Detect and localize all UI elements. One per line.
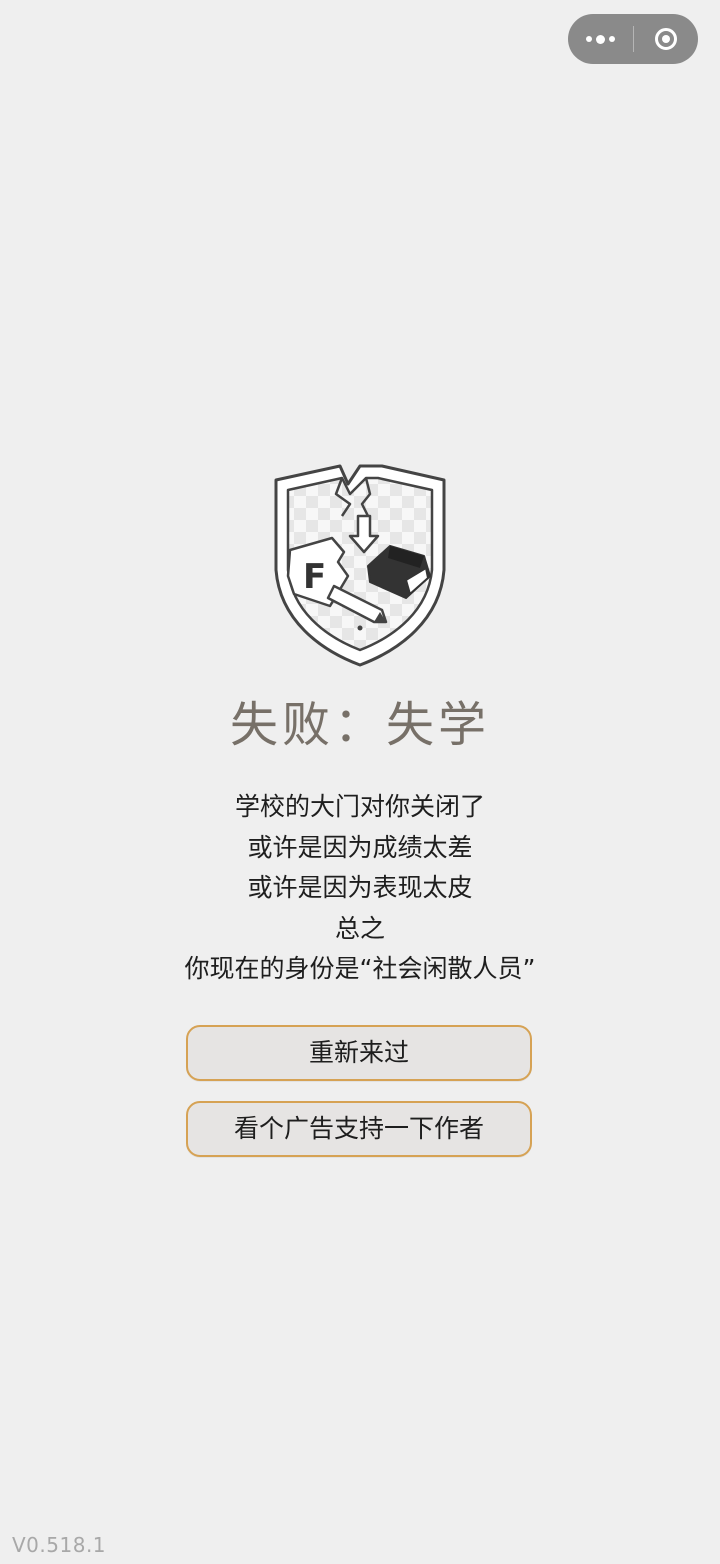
description-line: 或许是因为表现太皮	[247, 873, 473, 902]
description-line: 你现在的身份是“社会闲散人员”	[184, 954, 536, 983]
result-description: 学校的大门对你关闭了 或许是因为成绩太差 或许是因为表现太皮 总之 你现在的身份…	[0, 787, 720, 990]
restart-button[interactable]: 重新来过	[186, 1025, 532, 1081]
watch-ad-button[interactable]: 看个广告支持一下作者	[186, 1101, 532, 1157]
description-line: 或许是因为成绩太差	[247, 832, 473, 862]
target-close-icon[interactable]	[633, 14, 698, 64]
mini-program-capsule	[568, 14, 698, 64]
description-line: 学校的大门对你关闭了	[234, 792, 485, 821]
svg-text:F: F	[303, 557, 326, 597]
version-label: V0.518.1	[12, 1533, 107, 1557]
more-dots-icon[interactable]	[568, 14, 633, 64]
broken-school-shield-icon: F	[274, 464, 446, 667]
description-line: 总之	[334, 913, 385, 943]
page-title: 失败：失学	[229, 697, 490, 753]
